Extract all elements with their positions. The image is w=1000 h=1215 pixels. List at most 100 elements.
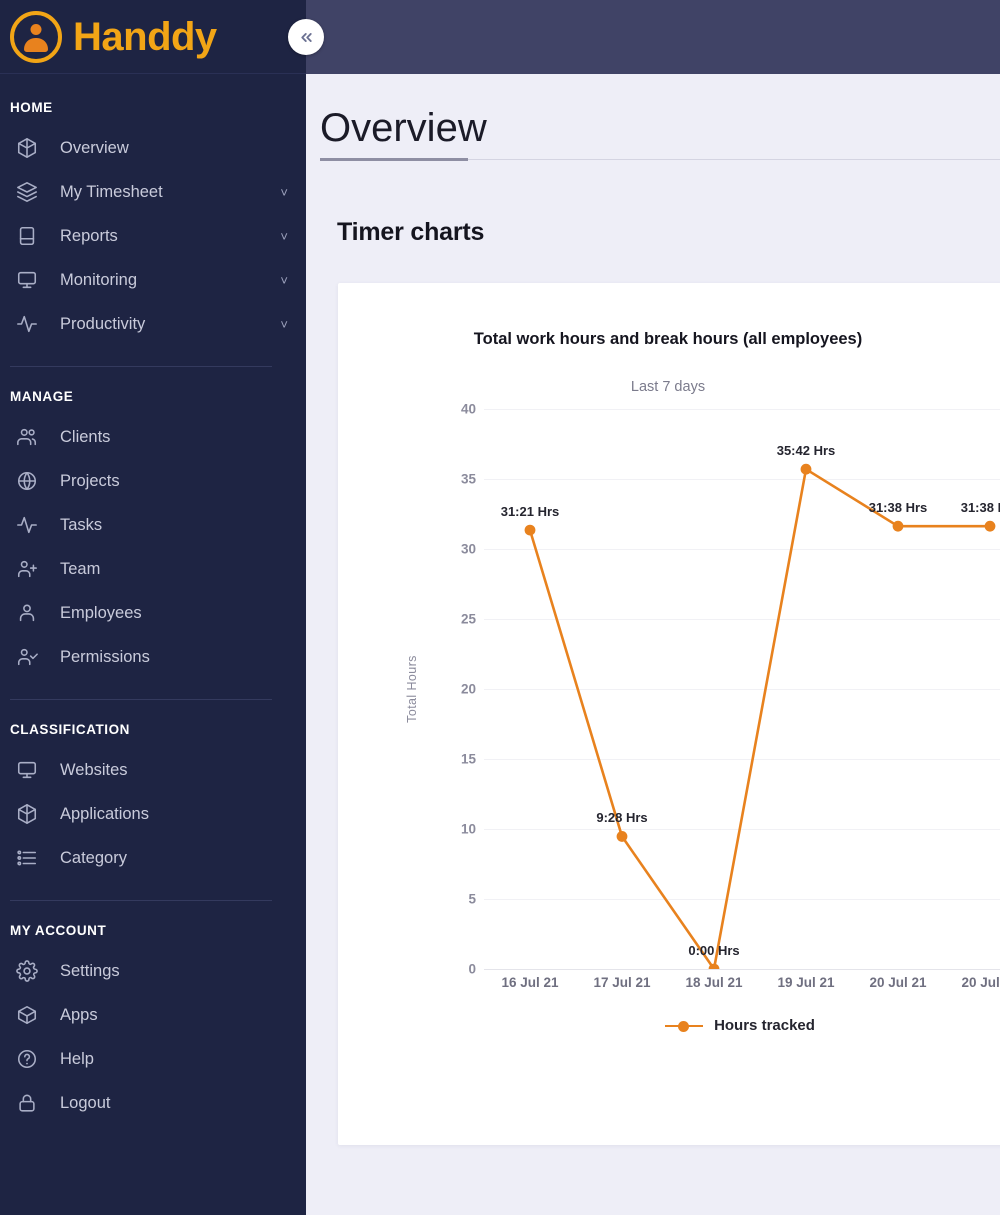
sidebar-section-title-classification: CLASSIFICATION (10, 722, 130, 737)
sidebar-item-help[interactable]: Help (0, 1037, 306, 1081)
chart-series-svg (524, 463, 996, 969)
sidebar-item-label: Overview (60, 138, 129, 157)
chevron-down-icon[interactable]: ˅ (280, 186, 288, 199)
sidebar-item-label: My Timesheet (60, 182, 163, 201)
x-axis-tick-label: 18 Jul 21 (685, 975, 743, 990)
sidebar-collapse-button[interactable] (288, 19, 324, 55)
sidebar-item-label: Team (60, 559, 101, 578)
chevron-down-icon[interactable]: ˅ (280, 230, 288, 243)
sidebar-item-settings[interactable]: Settings (0, 949, 306, 993)
sidebar-item-label: Settings (60, 961, 120, 980)
data-point-marker[interactable] (616, 831, 628, 842)
x-axis-tick-label: 17 Jul 21 (593, 975, 651, 990)
sidebar-item-label: Apps (60, 1005, 98, 1024)
handdy-person-logo-icon (10, 10, 62, 63)
legend-label: Hours tracked (714, 1017, 815, 1034)
chart-legend[interactable]: Hours tracked (484, 1017, 1000, 1034)
layers-icon (17, 182, 37, 202)
activity-icon (17, 315, 37, 333)
sidebar-item-websites[interactable]: Websites (0, 748, 306, 792)
sidebar-item-label: Help (60, 1049, 94, 1068)
sidebar-item-label: Productivity (60, 314, 146, 333)
y-axis-ticks: 40 35 30 25 20 15 10 5 0 (436, 402, 476, 977)
sidebar-item-productivity[interactable]: Productivity ˅ (0, 302, 306, 346)
gear-icon (16, 960, 38, 982)
sidebar-item-label: Websites (60, 760, 128, 779)
layers-icon (14, 181, 40, 203)
monitor-icon (17, 761, 37, 779)
data-point-marker[interactable] (984, 520, 996, 532)
cube-icon (17, 804, 37, 824)
series-line-hours-tracked (528, 467, 990, 969)
globe-icon (17, 471, 37, 491)
activity-icon (17, 516, 37, 534)
chart-title: Total work hours and break hours (all em… (473, 330, 863, 348)
y-axis-tick-label: 15 (460, 751, 476, 767)
x-axis-tick-label: 20 Jul 21 (961, 975, 1000, 990)
x-axis-tick-label: 19 Jul 21 (777, 975, 835, 990)
chevron-down-icon[interactable]: ˅ (280, 274, 288, 287)
sidebar-item-projects[interactable]: Projects (0, 459, 306, 503)
list-icon (17, 850, 37, 866)
chart-subtitle: Last 7 days (630, 379, 706, 395)
sidebar-item-tasks[interactable]: Tasks (0, 503, 306, 547)
y-axis-tick-label: 35 (460, 471, 476, 487)
users-icon (17, 428, 37, 446)
y-axis-tick-label: 25 (460, 611, 476, 627)
box-icon (14, 1004, 40, 1026)
box-icon (17, 1005, 37, 1025)
brand-name: Handdy (73, 14, 217, 59)
sidebar: Handdy HOME Overview My Timesheet ˅ Reports ˅… (0, 0, 306, 1215)
sidebar-item-overview[interactable]: Overview (0, 126, 306, 170)
lock-icon (19, 1094, 35, 1112)
y-axis-tick-label: 10 (460, 821, 476, 837)
sidebar-item-label: Clients (60, 427, 111, 446)
sidebar-item-label: Employees (60, 603, 142, 622)
section-heading: Timer charts (337, 218, 485, 246)
data-point-marker[interactable] (800, 463, 812, 475)
sidebar-item-my-timesheet[interactable]: My Timesheet ˅ (0, 170, 306, 214)
gear-icon (14, 960, 40, 982)
monitor-icon (14, 269, 40, 291)
sidebar-item-label: Tasks (60, 515, 103, 534)
sidebar-item-monitoring[interactable]: Monitoring ˅ (0, 258, 306, 302)
sidebar-item-logout[interactable]: Logout (0, 1081, 306, 1125)
sidebar-item-permissions[interactable]: Permissions (0, 635, 306, 679)
sidebar-item-label: Applications (60, 804, 149, 823)
book-icon (14, 225, 40, 247)
data-point-label: 0:00 Hrs (688, 943, 740, 958)
data-point-label: 31:21 Hrs (500, 504, 560, 520)
sidebar-item-apps[interactable]: Apps (0, 993, 306, 1037)
y-axis-tick-label: 40 (460, 401, 476, 417)
sidebar-item-label: Monitoring (60, 270, 138, 289)
sidebar-item-team[interactable]: Team (0, 547, 306, 591)
cube-icon (14, 803, 40, 825)
x-axis-tick-label: 20 Jul 21 (869, 975, 927, 990)
chevron-down-icon[interactable]: ˅ (280, 318, 288, 331)
data-point-marker[interactable] (892, 520, 904, 532)
sidebar-item-reports[interactable]: Reports ˅ (0, 214, 306, 258)
x-axis-tick-label: 16 Jul 21 (501, 975, 559, 990)
sidebar-item-employees[interactable]: Employees (0, 591, 306, 635)
data-point-label: 35:42 Hrs (776, 443, 836, 459)
sidebar-item-category[interactable]: Category (0, 836, 306, 880)
main-content: Overview Timer charts Total work hours a… (306, 0, 1000, 1215)
sidebar-item-label: Reports (60, 226, 118, 245)
user-check-icon (17, 648, 38, 666)
user-plus-icon (14, 558, 40, 580)
sidebar-item-label: Permissions (60, 647, 150, 666)
data-point-marker[interactable] (524, 524, 536, 536)
chevron-double-left-icon (300, 32, 312, 42)
sidebar-divider (10, 699, 272, 700)
app-root: Handdy HOME Overview My Timesheet ˅ Reports ˅… (0, 0, 1000, 1215)
activity-icon (14, 313, 40, 335)
sidebar-item-applications[interactable]: Applications (0, 792, 306, 836)
brand-header[interactable]: Handdy (0, 0, 306, 74)
sidebar-item-clients[interactable]: Clients (0, 415, 306, 459)
page-title: Overview (320, 106, 487, 150)
sidebar-divider (10, 366, 272, 367)
data-point-label: 31:38 Hrs (960, 500, 1000, 516)
sidebar-item-label: Category (60, 848, 127, 867)
globe-icon (14, 470, 40, 492)
top-bar (306, 0, 1000, 74)
